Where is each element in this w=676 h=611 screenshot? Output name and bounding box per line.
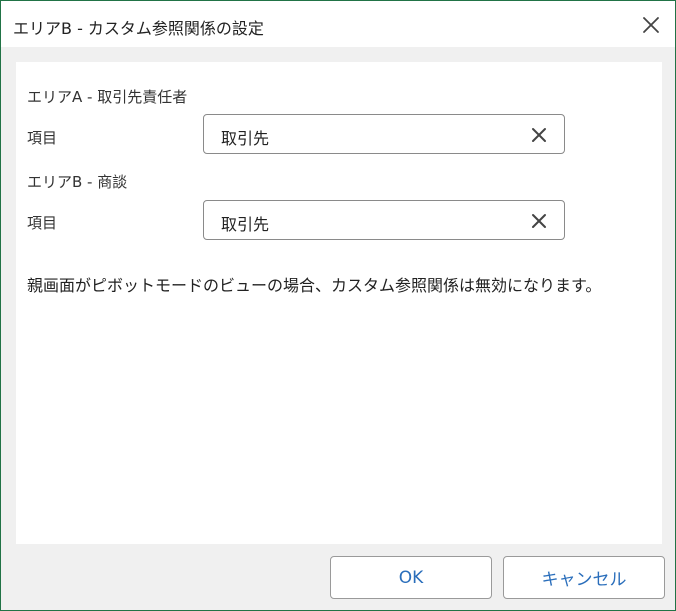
area-a-heading: エリアA - 取引先責任者	[27, 88, 188, 106]
area-a-field-select[interactable]: 取引先	[203, 114, 565, 154]
dialog-title: エリアB - カスタム参照関係の設定	[13, 19, 264, 38]
clear-icon	[532, 128, 546, 142]
close-button[interactable]	[637, 11, 665, 39]
dialog-titlebar: エリアB - カスタム参照関係の設定	[1, 1, 675, 47]
area-b-field-label: 項目	[27, 214, 58, 232]
cancel-button[interactable]: キャンセル	[503, 556, 665, 599]
close-icon	[643, 17, 659, 33]
area-b-clear-button[interactable]	[529, 211, 549, 231]
area-a-field-value: 取引先	[221, 129, 270, 148]
area-a-field-label: 項目	[27, 129, 58, 147]
ok-button[interactable]: OK	[330, 556, 492, 599]
custom-reference-dialog: エリアB - カスタム参照関係の設定 エリアA - 取引先責任者 項目 取引先 …	[0, 0, 676, 611]
area-b-field-value: 取引先	[221, 215, 270, 234]
clear-icon	[532, 214, 546, 228]
area-b-heading: エリアB - 商談	[27, 173, 128, 191]
area-b-field-select[interactable]: 取引先	[203, 200, 565, 240]
area-a-clear-button[interactable]	[529, 125, 549, 145]
dialog-content: エリアA - 取引先責任者 項目 取引先 エリアB - 商談 項目 取引先 親画…	[16, 62, 662, 544]
pivot-mode-note: 親画面がピボットモードのビューの場合、カスタム参照関係は無効になります。	[27, 276, 602, 295]
